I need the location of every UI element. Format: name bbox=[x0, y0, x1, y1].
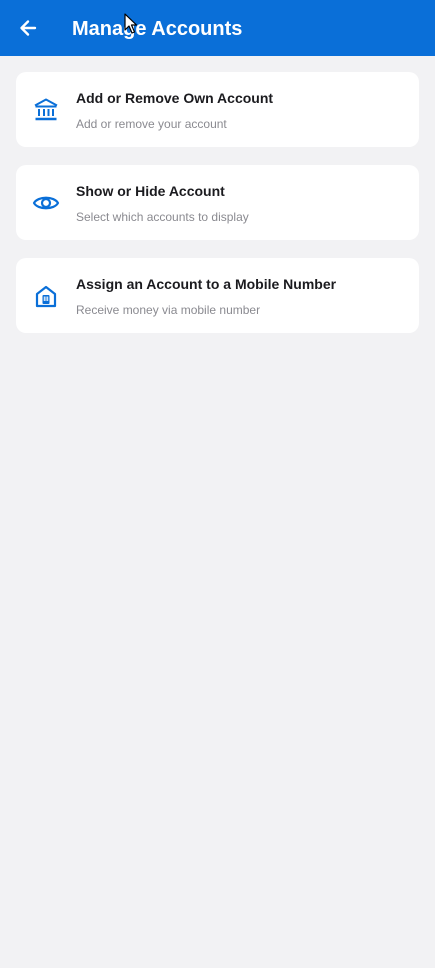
assign-mobile-number-title: Assign an Account to a Mobile Number bbox=[76, 276, 337, 292]
app-bar: Manage Accounts bbox=[0, 0, 435, 56]
show-hide-account-item[interactable]: Show or Hide Account Select which accoun… bbox=[16, 165, 419, 240]
add-remove-account-title: Add or Remove Own Account bbox=[76, 90, 274, 106]
show-hide-account-title: Show or Hide Account bbox=[76, 183, 225, 199]
mobile-home-icon bbox=[32, 282, 60, 310]
account-options-list: Add or Remove Own Account Add or remove … bbox=[16, 72, 419, 351]
assign-mobile-number-item[interactable]: Assign an Account to a Mobile Number Rec… bbox=[16, 258, 419, 333]
back-button[interactable] bbox=[16, 16, 40, 40]
assign-mobile-number-subtitle: Receive money via mobile number bbox=[76, 303, 261, 317]
mouse-cursor-icon bbox=[124, 13, 138, 34]
eye-icon bbox=[32, 189, 60, 217]
arrow-left-icon bbox=[20, 20, 37, 36]
show-hide-account-subtitle: Select which accounts to display bbox=[76, 210, 249, 224]
add-remove-account-item[interactable]: Add or Remove Own Account Add or remove … bbox=[16, 72, 419, 147]
add-remove-account-subtitle: Add or remove your account bbox=[76, 117, 227, 131]
page-title: Manage Accounts bbox=[72, 18, 243, 40]
bank-icon bbox=[32, 96, 60, 124]
